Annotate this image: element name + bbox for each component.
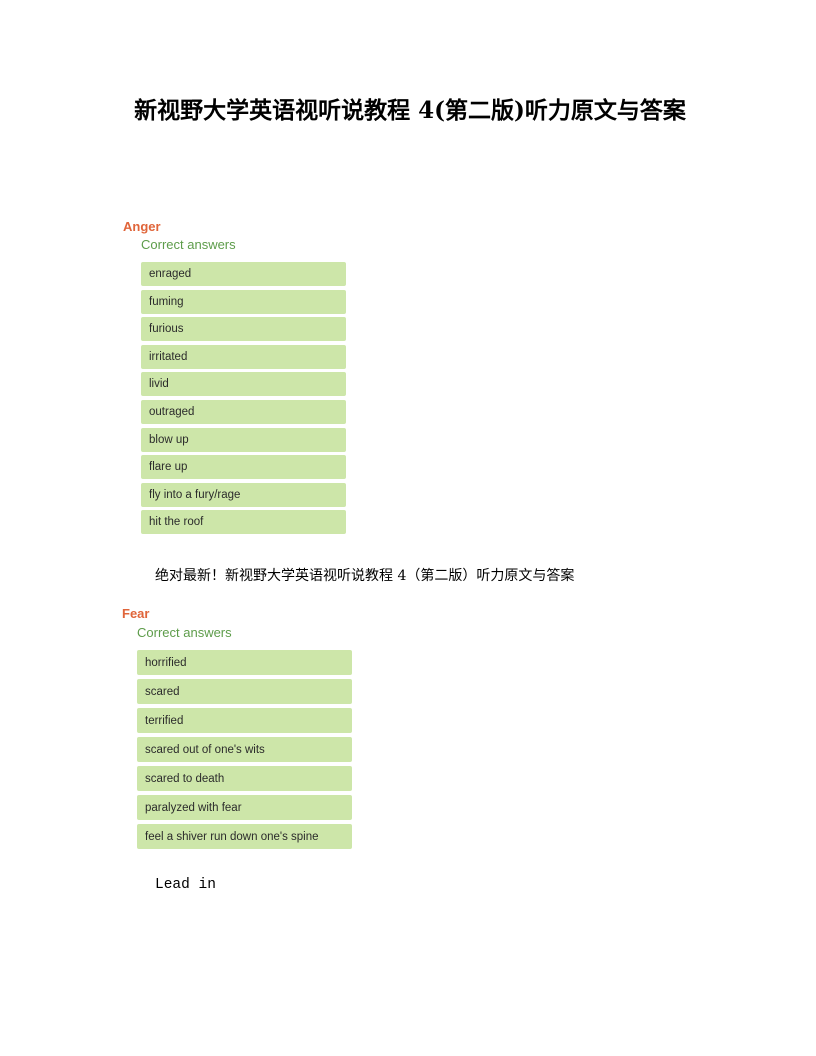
answer-item: blow up [141,427,346,452]
answer-item: fly into a fury/rage [141,482,346,507]
answer-item: livid [141,372,346,397]
answer-item: scared [137,679,352,704]
answer-item: feel a shiver run down one's spine [137,824,352,849]
answer-item: irritated [141,344,346,369]
anger-answer-list: enraged fuming furious irritated livid o… [141,262,346,538]
anger-correct-answers-label: Correct answers [141,237,236,252]
answer-item: paralyzed with fear [137,795,352,820]
anger-heading: Anger [123,219,161,234]
lead-in-heading: Lead in [155,877,216,893]
answer-item: fuming [141,289,346,314]
answer-item: hit the roof [141,510,346,535]
fear-correct-answers-label: Correct answers [137,625,232,640]
answer-item: terrified [137,708,352,733]
answer-item: furious [141,317,346,342]
answer-item: horrified [137,650,352,675]
fear-answer-list: horrified scared terrified scared out of… [137,650,352,853]
answer-item: scared out of one's wits [137,737,352,762]
answer-item: enraged [141,262,346,286]
answer-item: outraged [141,399,346,424]
answer-item: scared to death [137,766,352,791]
body-text-line: 绝对最新！新视野大学英语视听说教程 4（第二版）听力原文与答案 [155,568,575,584]
document-title: 新视野大学英语视听说教程 4(第二版)听力原文与答案 [134,97,686,124]
answer-item: flare up [141,455,346,480]
fear-heading: Fear [122,606,150,621]
